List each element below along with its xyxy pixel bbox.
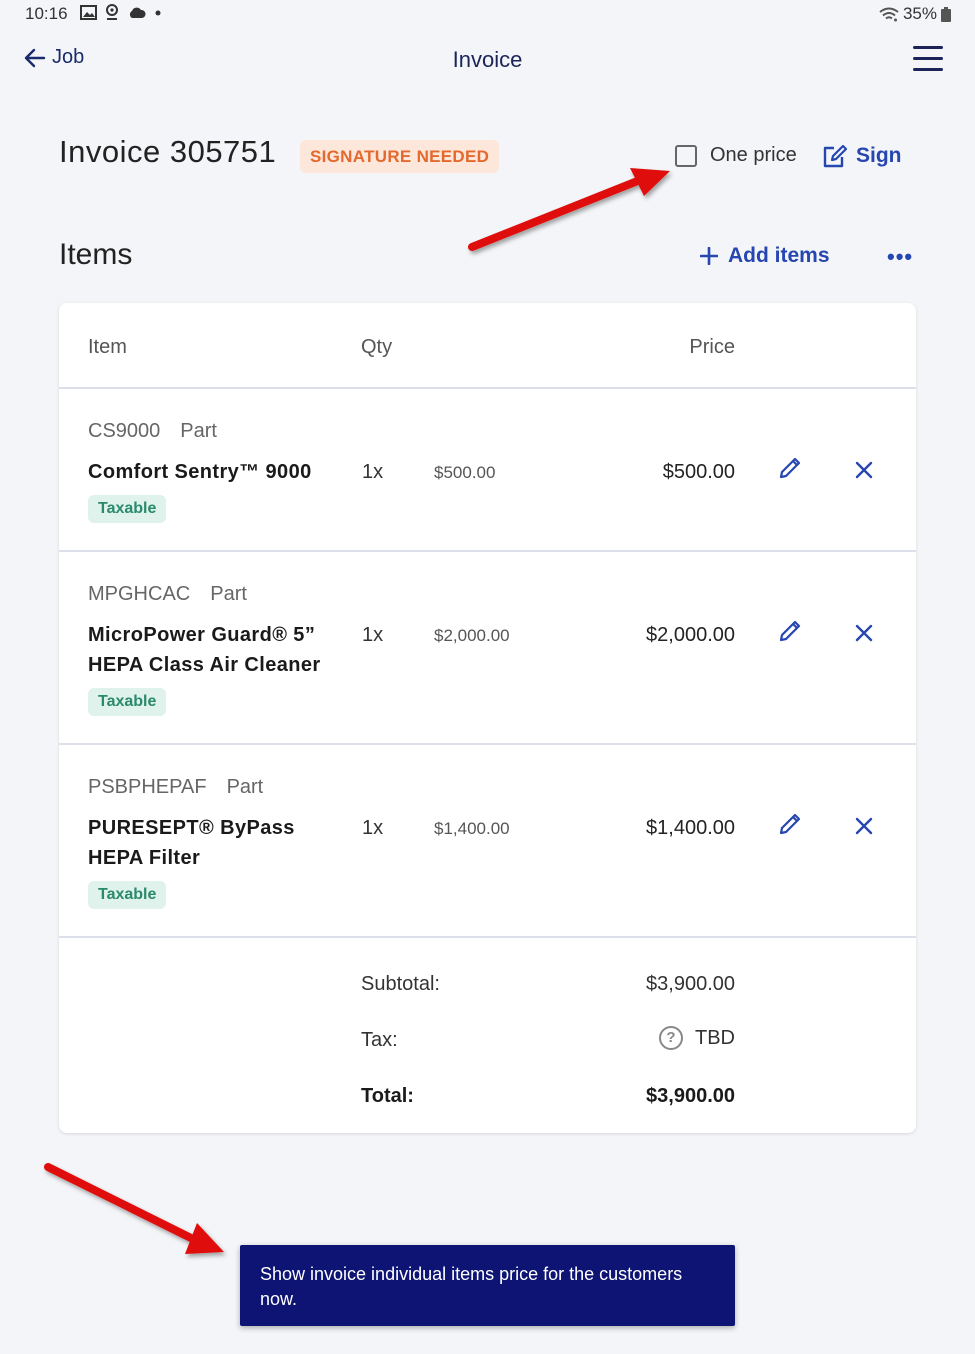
help-circle-icon[interactable]: ? <box>659 1026 683 1050</box>
header-item: Item <box>88 336 127 358</box>
taxable-badge: Taxable <box>88 688 167 716</box>
sign-label: Sign <box>856 144 902 167</box>
sign-button[interactable]: Sign <box>822 144 902 168</box>
toast-message: Show invoice individual items price for … <box>240 1245 735 1326</box>
items-heading: Items <box>59 238 133 271</box>
location-icon <box>106 4 118 20</box>
item-unit-price: $2,000.00 <box>434 626 510 645</box>
add-items-button[interactable]: Add items <box>700 244 830 268</box>
item-code: MPGHCAC <box>88 583 191 605</box>
pencil-edit-icon[interactable] <box>777 455 803 481</box>
one-price-checkbox[interactable] <box>675 144 697 167</box>
totals-section: Subtotal: $3,900.00 Tax: ? TBD Total: $3… <box>59 940 916 1133</box>
more-options-icon[interactable]: ••• <box>887 244 913 270</box>
status-bar: 10:16 35% <box>0 0 975 28</box>
item-name: PURESEPT® ByPass HEPA Filter <box>88 817 295 869</box>
items-table-card: Item Qty Price CS9000 Part Comfort Sentry… <box>59 303 916 1133</box>
item-unit-price: $1,400.00 <box>434 819 510 838</box>
item-name: Comfort Sentry™ 9000 <box>88 461 312 483</box>
sign-edit-icon <box>823 144 848 168</box>
close-icon[interactable] <box>853 459 875 481</box>
close-icon[interactable] <box>853 815 875 837</box>
status-right: 35% <box>879 4 951 24</box>
table-row: PSBPHEPAF Part PURESEPT® ByPass HEPA Filt… <box>59 745 916 938</box>
item-type: Part <box>180 420 217 442</box>
add-items-label: Add items <box>728 244 830 267</box>
hamburger-menu-icon[interactable] <box>913 46 943 72</box>
item-qty: 1x <box>362 624 384 646</box>
total-value: $3,900.00 <box>646 1085 735 1107</box>
header-price: Price <box>689 336 735 358</box>
one-price-toggle[interactable]: One price <box>675 144 797 167</box>
battery-icon <box>941 6 951 22</box>
header-qty: Qty <box>361 336 393 358</box>
tax-value: TBD <box>695 1026 735 1049</box>
subtotal-label: Subtotal: <box>361 973 440 995</box>
item-name: MicroPower Guard® 5” HEPA Class Air Clea… <box>88 624 321 676</box>
wifi-icon <box>879 7 899 21</box>
tax-label: Tax: <box>361 1029 398 1051</box>
item-price: $1,400.00 <box>646 817 735 839</box>
table-row: MPGHCAC Part MicroPower Guard® 5” HEPA Cl… <box>59 552 916 745</box>
item-price: $500.00 <box>662 461 735 483</box>
status-icons <box>80 4 162 21</box>
dot-icon <box>155 10 161 15</box>
item-type: Part <box>210 583 247 605</box>
gallery-icon <box>80 5 97 20</box>
item-unit-price: $500.00 <box>434 463 496 482</box>
pencil-edit-icon[interactable] <box>777 811 803 837</box>
signature-needed-badge: SIGNATURE NEEDED <box>300 140 500 173</box>
app-bar: Job Invoice <box>0 36 975 86</box>
close-icon[interactable] <box>853 622 875 644</box>
table-row: CS9000 Part Comfort Sentry™ 9000 Taxable … <box>59 389 916 552</box>
one-price-label: One price <box>710 144 797 166</box>
red-arrow-pointing-checkbox <box>468 168 670 251</box>
item-code-line: PSBPHEPAF Part <box>88 776 263 799</box>
red-arrow-pointing-toast <box>44 1163 224 1254</box>
total-label: Total: <box>361 1085 414 1107</box>
page-title: Invoice <box>452 47 523 72</box>
item-qty: 1x <box>362 461 384 483</box>
tax-value-group: ? TBD <box>659 1026 735 1050</box>
item-code-line: MPGHCAC Part <box>88 583 247 606</box>
battery-percent: 35% <box>902 4 937 23</box>
table-header: Item Qty Price <box>59 303 916 389</box>
invoice-title: Invoice 305751 <box>59 134 277 169</box>
taxable-badge: Taxable <box>88 495 167 523</box>
item-code-line: CS9000 Part <box>88 420 217 443</box>
item-qty: 1x <box>362 817 384 839</box>
item-code: CS9000 <box>88 420 161 442</box>
taxable-badge: Taxable <box>88 881 167 909</box>
subtotal-value: $3,900.00 <box>646 973 735 995</box>
plus-icon <box>700 247 718 265</box>
item-code: PSBPHEPAF <box>88 776 207 798</box>
item-type: Part <box>226 776 264 798</box>
status-time: 10:16 <box>25 4 68 23</box>
pencil-edit-icon[interactable] <box>777 618 803 644</box>
item-price: $2,000.00 <box>646 624 735 646</box>
cloud-icon <box>129 7 146 18</box>
